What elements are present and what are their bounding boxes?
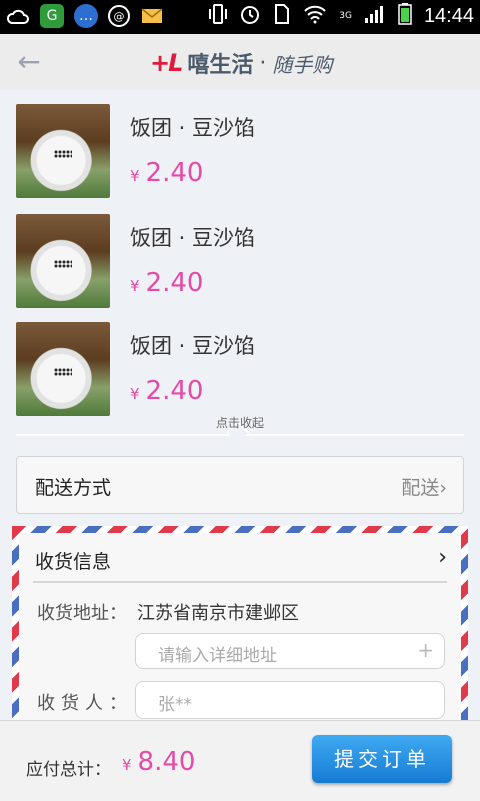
sync-icon: @ [108, 5, 130, 27]
cloud-icon [6, 4, 30, 28]
brand-separator: · [259, 50, 267, 76]
product-image [16, 214, 110, 308]
network-type: 3G [339, 11, 352, 21]
receiver-info-title[interactable]: 收货信息 [35, 547, 111, 574]
notification-icons: G … @ [6, 4, 164, 28]
wifi-icon [303, 4, 327, 28]
brand-title: +L 嘻生活 · 随手购 [150, 46, 332, 80]
address-placeholder: 请输入详细地址 [158, 646, 277, 666]
product-image [16, 322, 110, 416]
product-item[interactable]: 饭团 · 豆沙馅 ¥2.40 [16, 322, 476, 418]
receiver-info-body: 收货信息 › 收货地址： 江苏省南京市建邺区 请输入详细地址 + 收货人： 张*… [19, 533, 461, 720]
checkout-bar: 应付总计： ¥8.40 提交订单 [0, 720, 480, 801]
price-value: 2.40 [145, 158, 204, 188]
signal-icon [364, 4, 386, 28]
delivery-value: 配送› [401, 473, 447, 500]
battery-icon [398, 3, 412, 29]
currency-symbol: ¥ [130, 385, 140, 403]
app-icon: G [40, 4, 64, 28]
vibrate-icon [209, 3, 228, 29]
divider [33, 581, 447, 583]
brand-logo: +L [150, 49, 183, 77]
plus-icon[interactable]: + [417, 638, 434, 662]
price-value: 2.40 [145, 376, 204, 406]
total-value: 8.40 [137, 747, 196, 777]
address-detail-input[interactable]: 请输入详细地址 + [135, 633, 445, 669]
product-name: 饭团 · 豆沙馅 [130, 334, 256, 358]
collapse-toggle[interactable]: 点击收起 [16, 414, 464, 444]
collapse-label: 点击收起 [215, 416, 264, 430]
back-arrow-icon: ← [17, 45, 41, 78]
product-price: ¥2.40 [130, 268, 203, 298]
receiver-name-input[interactable]: 张** [135, 681, 445, 719]
clock: 14:44 [423, 4, 474, 27]
receiver-info-card: 收货信息 › 收货地址： 江苏省南京市建邺区 请输入详细地址 + 收货人： 张*… [12, 526, 468, 720]
status-bar: G … @ 3G 14:44 [0, 0, 480, 34]
product-price: ¥2.40 [130, 376, 203, 406]
address-label: 收货地址： [37, 603, 127, 624]
receiver-placeholder: 张** [158, 695, 192, 715]
total-amount: ¥8.40 [122, 747, 195, 777]
currency-symbol: ¥ [130, 277, 140, 295]
system-icons: 3G 14:44 [209, 3, 474, 29]
receiver-label: 收货人： [37, 693, 133, 714]
alarm-icon [239, 3, 261, 29]
total-label: 应付总计： [26, 760, 111, 780]
product-price: ¥2.40 [130, 158, 203, 188]
mail-icon [140, 4, 164, 28]
delivery-method-row[interactable]: 配送方式 配送› [16, 456, 464, 514]
chevron-right-icon: › [439, 477, 447, 499]
chat-icon: … [74, 4, 98, 28]
brand-subtitle: 随手购 [272, 52, 333, 77]
delivery-label: 配送方式 [35, 477, 112, 499]
currency-symbol: ¥ [130, 167, 140, 185]
product-item[interactable]: 饭团 · 豆沙馅 ¥2.40 [16, 104, 476, 200]
submit-order-button[interactable]: 提交订单 [312, 735, 452, 783]
order-content[interactable]: 饭团 · 豆沙馅 ¥2.40 饭团 · 豆沙馅 ¥2.40 饭团 · 豆沙馅 ¥… [0, 90, 480, 720]
product-name: 饭团 · 豆沙馅 [130, 116, 256, 140]
brand-name: 嘻生活 [187, 53, 254, 78]
product-item[interactable]: 饭团 · 豆沙馅 ¥2.40 [16, 214, 476, 310]
currency-symbol: ¥ [122, 756, 132, 774]
address-region[interactable]: 江苏省南京市建邺区 [137, 599, 299, 625]
sim-icon [273, 3, 291, 29]
price-value: 2.40 [145, 268, 204, 298]
delivery-value-text: 配送 [401, 477, 440, 499]
app-header: ← +L 嘻生活 · 随手购 [0, 34, 480, 91]
product-image [16, 104, 110, 198]
chevron-right-icon[interactable]: › [438, 545, 447, 570]
back-button[interactable]: ← [12, 46, 46, 80]
product-name: 饭团 · 豆沙馅 [130, 226, 256, 250]
